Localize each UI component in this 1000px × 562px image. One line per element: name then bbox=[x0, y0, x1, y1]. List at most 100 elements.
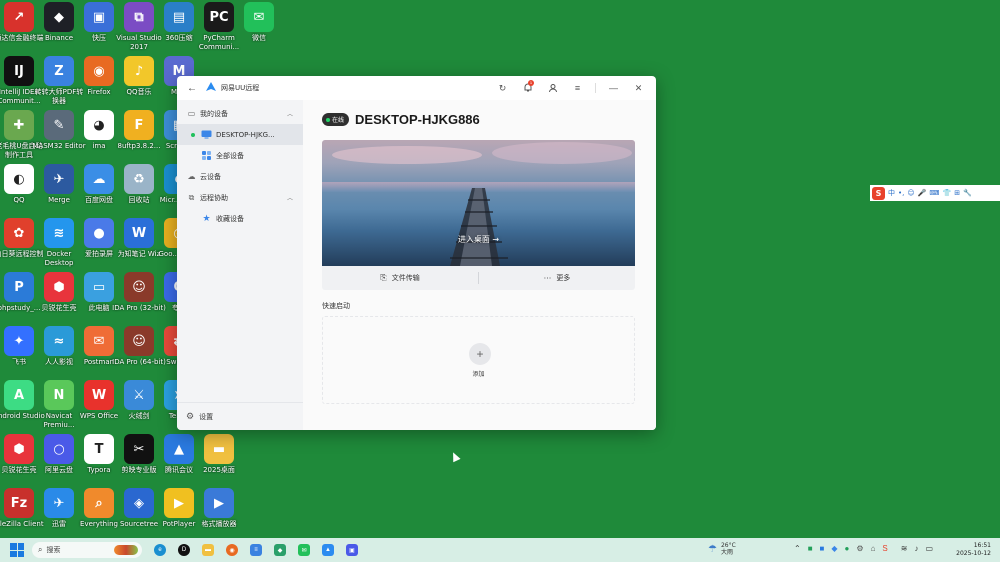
ime-keyboard-icon[interactable]: ⌨ bbox=[929, 189, 939, 197]
window-title: 网易UU远程 bbox=[221, 84, 260, 92]
ime-punct-icon[interactable]: •, bbox=[898, 189, 904, 197]
ime-voice-icon[interactable]: 🎤 bbox=[918, 189, 927, 197]
chevron-up-icon[interactable]: ︿ bbox=[287, 193, 293, 202]
app-icon: ✈ bbox=[44, 164, 74, 194]
devices-icon: ▭ bbox=[187, 109, 196, 118]
desktop-icon[interactable]: ▬ 2025桌面 bbox=[192, 434, 246, 486]
app-icon: ☺ bbox=[124, 326, 154, 356]
sidebar-group-label: 我的设备 bbox=[200, 109, 228, 118]
app-icon: F bbox=[124, 110, 154, 140]
app-icon: ✉ bbox=[84, 326, 114, 356]
taskbar-notepad-icon[interactable]: ≡ bbox=[250, 544, 262, 556]
status-badge: 在线 bbox=[322, 113, 350, 126]
tray-app-icon[interactable]: ■ bbox=[820, 544, 825, 553]
app-icon: ✦ bbox=[4, 326, 34, 356]
ime-emoji-icon[interactable]: ☺ bbox=[907, 189, 914, 197]
notification-badge: 1 bbox=[528, 80, 534, 86]
search-highlight-image bbox=[114, 545, 138, 555]
title-bar[interactable]: ← 网易UU远程 ↻ 1 ≡ — ✕ bbox=[177, 76, 656, 100]
desktop-preview[interactable]: 进入桌面 → bbox=[322, 140, 635, 266]
back-arrow-icon[interactable]: ← bbox=[185, 81, 199, 95]
app-icon: ⌕ bbox=[84, 488, 114, 518]
taskbar-uu-icon[interactable]: ▲ bbox=[322, 544, 334, 556]
app-icon: ▶ bbox=[204, 488, 234, 518]
sidebar-group-cloud-devices[interactable]: ☁ 云设备 bbox=[177, 166, 303, 187]
settings-button[interactable]: ⚙ 设置 bbox=[177, 402, 303, 430]
taskbar-dell-icon[interactable]: D bbox=[178, 544, 190, 556]
pier-image bbox=[450, 188, 508, 266]
app-icon: ● bbox=[84, 218, 114, 248]
ime-tools-icon[interactable]: 🔧 bbox=[963, 189, 972, 197]
app-icon: ≈ bbox=[44, 326, 74, 356]
tray-app-icon[interactable]: ◆ bbox=[831, 544, 837, 553]
close-button[interactable]: ✕ bbox=[629, 80, 648, 96]
app-icon: ◉ bbox=[84, 56, 114, 86]
start-button[interactable] bbox=[10, 543, 24, 557]
app-icon: A bbox=[4, 380, 34, 410]
sidebar-item-desktop[interactable]: DESKTOP-HJKG... bbox=[177, 124, 303, 145]
clock-date: 2025-10-12 bbox=[956, 550, 991, 557]
settings-label: 设置 bbox=[199, 412, 214, 421]
sidebar-group-my-devices[interactable]: ▭ 我的设备 ︿ bbox=[177, 103, 303, 124]
taskbar-firefox-icon[interactable]: ◉ bbox=[226, 544, 238, 556]
app-icon: ✉ bbox=[244, 2, 274, 32]
file-transfer-button[interactable]: ⎘ 文件传输 bbox=[322, 273, 478, 283]
wifi-icon[interactable]: ≋ bbox=[901, 544, 908, 553]
volume-icon[interactable]: ♪ bbox=[914, 544, 918, 553]
weather-widget[interactable]: ☂ 26°C 大雨 bbox=[708, 542, 736, 556]
taskbar-app2-icon[interactable]: ▣ bbox=[346, 544, 358, 556]
taskbar-app-icon[interactable]: ◆ bbox=[274, 544, 286, 556]
tray-app-icon[interactable]: ● bbox=[845, 544, 850, 553]
ime-toolbar[interactable]: S 中 •, ☺ 🎤 ⌨ 👕 ⊞ 🔧 bbox=[870, 185, 1000, 201]
app-icon: ⬢ bbox=[44, 272, 74, 302]
add-button[interactable]: + bbox=[469, 343, 491, 365]
battery-icon[interactable]: ▭ bbox=[925, 544, 933, 553]
taskbar-wechat-icon[interactable]: ✉ bbox=[298, 544, 310, 556]
sidebar-item-favorites[interactable]: ★ 收藏设备 bbox=[177, 208, 303, 229]
enter-desktop-button[interactable]: 进入桌面 → bbox=[322, 234, 635, 245]
app-icon: ▭ bbox=[84, 272, 114, 302]
sogou-logo-icon[interactable]: S bbox=[872, 186, 885, 200]
ime-grid-icon[interactable]: ⊞ bbox=[954, 189, 960, 197]
sidebar-group-remote-assist[interactable]: ⧉ 远程协助 ︿ bbox=[177, 187, 303, 208]
chevron-up-icon[interactable]: ︿ bbox=[287, 109, 293, 118]
app-icon: ⚔ bbox=[124, 380, 154, 410]
grid-icon bbox=[201, 151, 212, 160]
chevron-up-icon[interactable]: ⌃ bbox=[794, 544, 801, 553]
sogou-tray-icon[interactable]: S bbox=[882, 544, 887, 553]
minimize-button[interactable]: — bbox=[604, 80, 623, 96]
user-icon[interactable] bbox=[543, 80, 562, 96]
app-icon: IJ bbox=[4, 56, 34, 86]
sidebar-item-all-devices[interactable]: 全部设备 bbox=[177, 145, 303, 166]
taskbar-explorer-icon[interactable]: ▬ bbox=[202, 544, 214, 556]
tray-app-icon[interactable]: ⌂ bbox=[871, 544, 876, 553]
tray-app-icon[interactable]: ■ bbox=[808, 544, 813, 553]
sidebar: ▭ 我的设备 ︿ DESKTOP-HJKG... 全部设备 ☁ 云设备 ⧉ 远程… bbox=[177, 100, 303, 430]
menu-icon[interactable]: ≡ bbox=[568, 80, 587, 96]
tray-app-icon[interactable]: ⚙ bbox=[856, 544, 863, 553]
taskbar-edge-icon[interactable]: e bbox=[154, 544, 166, 556]
more-button[interactable]: ··· 更多 bbox=[479, 273, 635, 283]
status-text: 在线 bbox=[332, 117, 345, 124]
app-icon: ▬ bbox=[204, 434, 234, 464]
ime-lang-toggle[interactable]: 中 bbox=[888, 188, 895, 198]
notification-icon[interactable]: 1 bbox=[518, 80, 537, 96]
desktop-icon-label: 格式播放器 bbox=[201, 520, 237, 528]
more-label: 更多 bbox=[556, 274, 571, 282]
desktop-icon[interactable]: ✉ 微信 bbox=[232, 2, 286, 54]
clock[interactable]: 16:51 2025-10-12 bbox=[953, 542, 991, 558]
refresh-icon[interactable]: ↻ bbox=[493, 80, 512, 96]
sidebar-group-label: 远程协助 bbox=[200, 193, 228, 202]
app-icon: ⧉ bbox=[124, 2, 154, 32]
desktop-icon-label: 2025桌面 bbox=[203, 466, 235, 474]
mouse-cursor-icon bbox=[449, 450, 461, 463]
app-icon: ◕ bbox=[84, 110, 114, 140]
desktop-icon[interactable]: ▶ 格式播放器 bbox=[192, 488, 246, 540]
app-icon: Z bbox=[44, 56, 74, 86]
app-icon: ▣ bbox=[84, 2, 114, 32]
ime-skin-icon[interactable]: 👕 bbox=[943, 189, 952, 197]
app-icon: ✂ bbox=[124, 434, 154, 464]
app-icon: ☁ bbox=[84, 164, 114, 194]
taskbar-search[interactable]: ⌕ 搜索 bbox=[32, 542, 142, 558]
app-icon: ✈ bbox=[44, 488, 74, 518]
